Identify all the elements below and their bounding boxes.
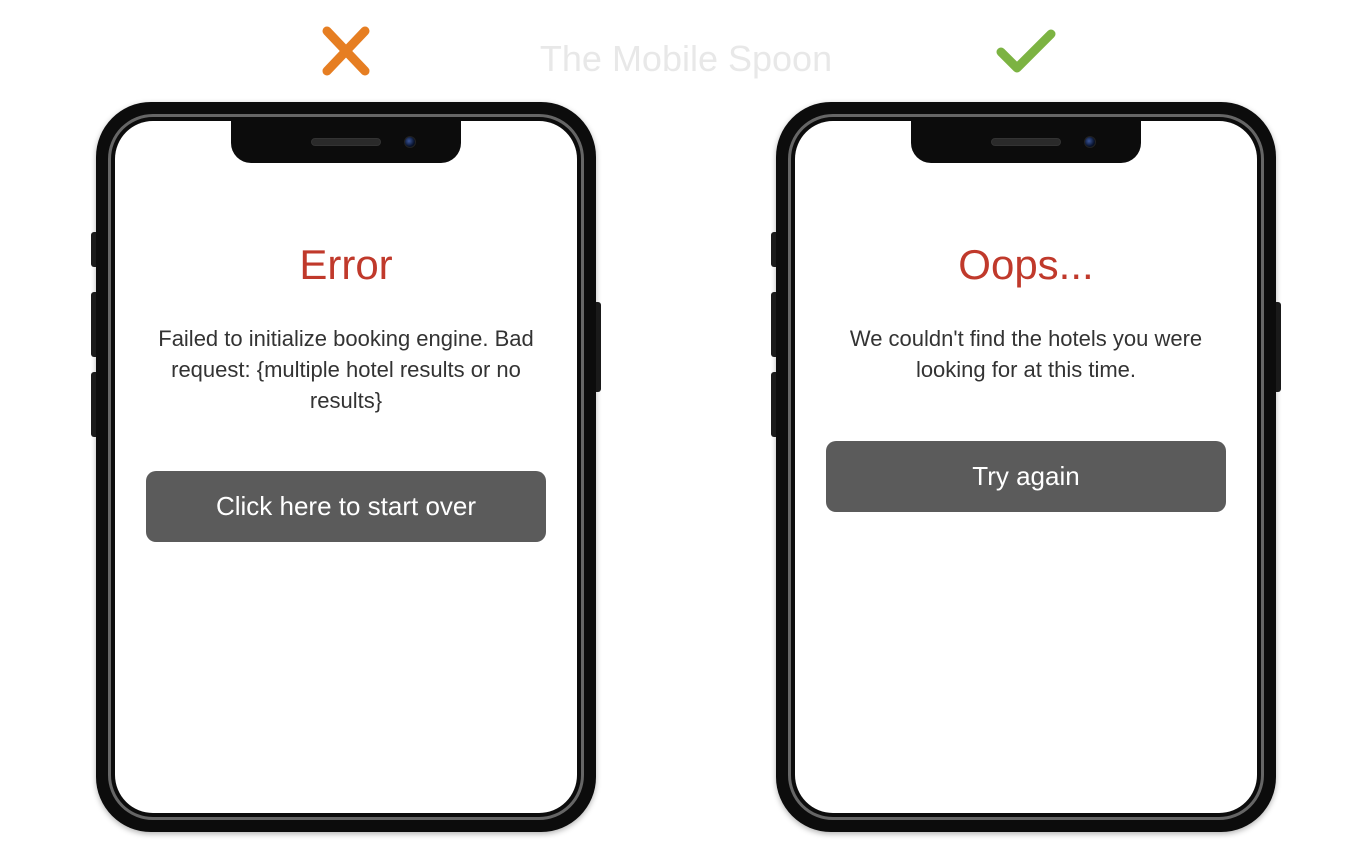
phone-screen: Error Failed to initialize booking engin… — [115, 121, 577, 813]
phone-side-button — [771, 292, 776, 357]
phone-side-button — [91, 372, 96, 437]
phone-side-button — [596, 302, 601, 392]
phone-camera — [404, 136, 416, 148]
phone-side-button — [771, 232, 776, 267]
phone-notch — [231, 121, 461, 163]
comparison-container: Error Failed to initialize booking engin… — [0, 0, 1372, 832]
watermark-text: The Mobile Spoon — [540, 38, 832, 80]
error-title: Error — [145, 241, 547, 289]
phone-side-button — [771, 372, 776, 437]
bad-example: Error Failed to initialize booking engin… — [96, 25, 596, 832]
phone-side-button — [91, 232, 96, 267]
phone-screen: Oops... We couldn't find the hotels you … — [795, 121, 1257, 813]
phone-camera — [1084, 136, 1096, 148]
phone-side-button — [1276, 302, 1281, 392]
check-icon — [995, 25, 1057, 77]
start-over-button[interactable]: Click here to start over — [146, 471, 546, 542]
phone-mockup-bad: Error Failed to initialize booking engin… — [96, 102, 596, 832]
error-message: Failed to initialize booking engine. Bad… — [145, 324, 547, 416]
cross-icon — [317, 25, 375, 77]
try-again-button[interactable]: Try again — [826, 441, 1226, 512]
error-message: We couldn't find the hotels you were loo… — [825, 324, 1227, 386]
phone-speaker — [311, 138, 381, 146]
good-example: Oops... We couldn't find the hotels you … — [776, 25, 1276, 832]
phone-notch — [911, 121, 1141, 163]
phone-speaker — [991, 138, 1061, 146]
phone-mockup-good: Oops... We couldn't find the hotels you … — [776, 102, 1276, 832]
phone-side-button — [91, 292, 96, 357]
error-title: Oops... — [825, 241, 1227, 289]
